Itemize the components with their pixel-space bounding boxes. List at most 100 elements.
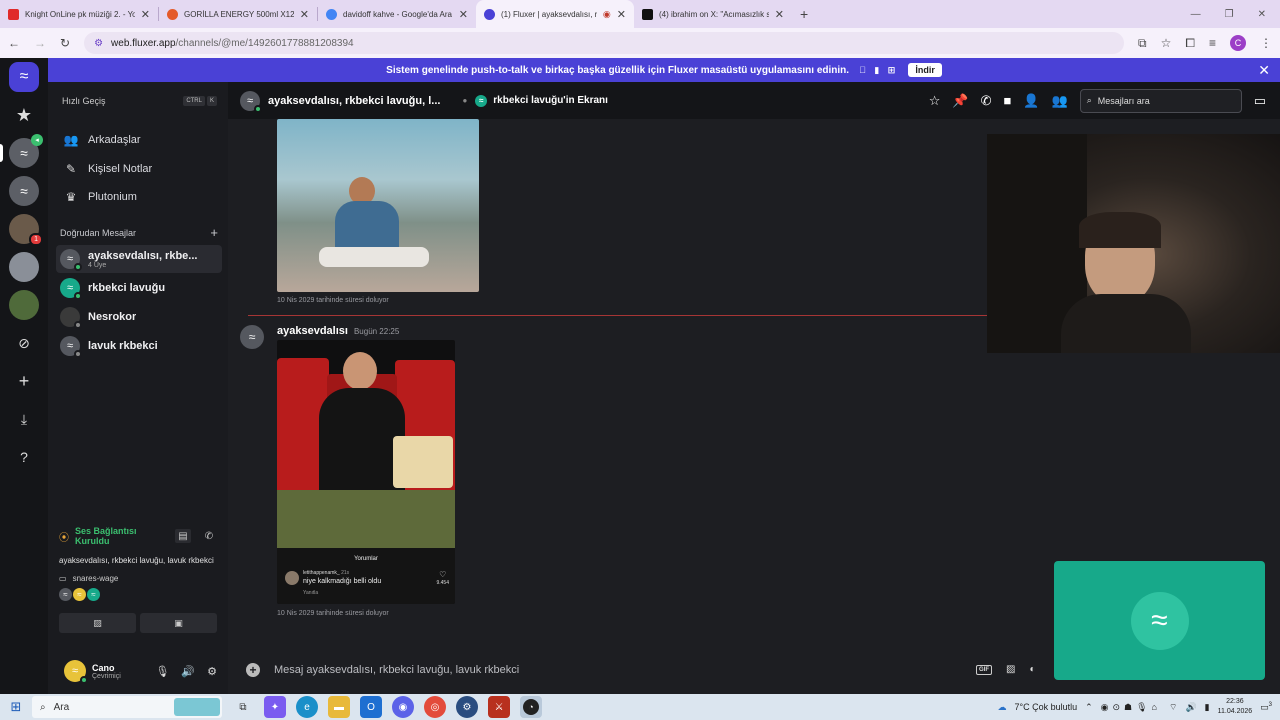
taskbar-search[interactable]: ⌕ Ara — [32, 696, 222, 718]
forward-icon[interactable]: → — [34, 36, 46, 50]
back-icon[interactable]: ← — [8, 36, 20, 50]
browser-tab-3[interactable]: davidoff kahve - Google'da Ara ✕ — [318, 0, 476, 28]
dm-item-rkbekci-lavugu[interactable]: ≈ rkbekci lavuğu — [56, 275, 222, 301]
restore-icon[interactable]: ❐ — [1225, 9, 1234, 20]
steam-icon[interactable]: ⚙ — [456, 696, 478, 718]
shortcut-hint: CTRL K — [183, 96, 217, 106]
speaker-icon[interactable]: 🔊 — [181, 665, 195, 678]
nav-plutonium[interactable]: ♛ Plutonium — [58, 184, 220, 210]
server-avatar-2[interactable] — [9, 252, 39, 282]
new-tab-button[interactable]: + — [800, 6, 808, 22]
browser-tab-bar: Knight OnLine pk müziği 2. - Yo ✕ GORİLL… — [0, 0, 1280, 28]
browser-tab-4[interactable]: (1) Fluxer | ayaksevdalısı, rk ◉ ✕ — [476, 0, 634, 28]
add-server-icon[interactable]: + — [9, 366, 39, 396]
tray-icons[interactable]: ◉⊙☗🎙⌂ — [1101, 702, 1161, 713]
explore-compass-icon[interactable]: ⊘ — [9, 328, 39, 358]
search-input[interactable]: ⌕ Mesajları ara — [1079, 88, 1242, 113]
chrome-icon[interactable]: ◎ — [424, 696, 446, 718]
site-info-icon[interactable]: ⚙ — [94, 38, 103, 49]
menu-icon[interactable]: ⋮ — [1260, 36, 1272, 50]
server-fluxer[interactable]: ≈ ◂ — [0, 134, 43, 168]
download-button[interactable]: İndir — [908, 63, 942, 77]
add-dm-button[interactable]: + — [210, 226, 218, 239]
browser-tab-2[interactable]: GORİLLA ENERGY 500ml X12 E ✕ — [159, 0, 317, 28]
screen-share-label[interactable]: ≈ rkbekci lavuğu'in Ekranı — [475, 94, 608, 107]
bookmark-star-icon[interactable]: ☆ — [1161, 36, 1172, 50]
message-input[interactable]: Mesaj ayaksevdalısı, rkbekci lavuğu, lav… — [274, 664, 519, 676]
server-avatar-3[interactable] — [9, 290, 39, 320]
browser-tab-1[interactable]: Knight OnLine pk müziği 2. - Yo ✕ — [0, 0, 158, 28]
server-avatar-1[interactable]: 1 — [9, 214, 43, 246]
nav-personal-notes[interactable]: ✎ Kişisel Notlar — [58, 156, 220, 182]
channel-title[interactable]: ayaksevdalısı, rkbekci lavuğu, l... — [268, 95, 440, 107]
obs-icon[interactable]: ◔ — [520, 696, 542, 718]
download-icon[interactable]: ⤓ — [9, 404, 39, 434]
message-author-avatar[interactable]: ≈ — [240, 325, 264, 349]
notification-icon[interactable]: ▭3 — [1260, 702, 1272, 713]
tab-close-icon[interactable]: ✕ — [300, 8, 309, 21]
battery-icon[interactable]: ▮ — [1205, 702, 1210, 713]
file-explorer-icon[interactable]: ▬ — [328, 696, 350, 718]
home-button[interactable]: ≈ — [9, 62, 39, 92]
members-icon[interactable]: 👥 — [1052, 93, 1068, 109]
install-app-icon[interactable]: ⧉ — [1138, 36, 1147, 51]
reload-icon[interactable]: ↻ — [60, 36, 70, 50]
tray-chevron-icon[interactable]: ⌃ — [1085, 702, 1093, 713]
screen-share-toggle-icon[interactable]: ▤ — [175, 529, 191, 543]
start-windows-icon[interactable]: ⊞ — [0, 699, 32, 715]
profile-avatar[interactable]: C — [1230, 35, 1246, 51]
dm-item-lavuk-rkbekci[interactable]: ≈ lavuk rkbekci — [56, 333, 222, 359]
camera-off-button[interactable]: ▨ — [59, 613, 136, 633]
help-icon[interactable]: ? — [9, 442, 39, 472]
user-avatar[interactable]: ≈ — [64, 660, 88, 684]
webcam-stream[interactable] — [987, 134, 1280, 353]
extensions-icon[interactable]: ⧠ — [1185, 36, 1195, 51]
message-author[interactable]: ayaksevdalısı — [277, 325, 348, 337]
add-friend-icon[interactable]: 👤 — [1023, 93, 1039, 109]
tab-close-icon[interactable]: ✕ — [775, 8, 784, 21]
message-image[interactable] — [277, 119, 479, 292]
weather-text[interactable]: 7°C Çok bulutlu — [1014, 702, 1077, 712]
task-view-icon[interactable]: ⧉ — [232, 696, 254, 718]
url-field[interactable]: ⚙ web.fluxer.app/channels/@me/1492601778… — [84, 32, 1125, 54]
sticker-icon[interactable]: ◐ — [1029, 664, 1035, 675]
search-icon: ⌕ — [1086, 95, 1092, 105]
nav-friends[interactable]: 👥 Arkadaşlar — [58, 127, 220, 153]
settings-gear-icon[interactable]: ⚙ — [207, 665, 217, 678]
inbox-icon[interactable]: ▭ — [1254, 93, 1266, 109]
disconnect-icon[interactable]: ✆ — [201, 529, 217, 543]
pin-icon[interactable]: 📌 — [952, 93, 968, 109]
message-embed-image[interactable]: Yorumlar letithappenamk_ 21s niye kalkma… — [277, 340, 455, 604]
tab-close-icon[interactable]: ✕ — [141, 8, 150, 21]
volume-icon[interactable]: 🔊 — [1185, 702, 1196, 713]
copilot-icon[interactable]: ✦ — [264, 696, 286, 718]
banner-close-icon[interactable]: ✕ — [1258, 62, 1270, 79]
close-window-icon[interactable]: ✕ — [1258, 9, 1266, 20]
tab-close-icon[interactable]: ✕ — [617, 8, 626, 21]
phone-call-icon[interactable]: ✆ — [981, 93, 992, 109]
screen-share-pip[interactable]: ≈ — [1054, 561, 1265, 680]
game-icon[interactable]: ⚔ — [488, 696, 510, 718]
server-fluxer-2[interactable]: ≈ — [9, 176, 39, 206]
browser-tab-5[interactable]: (4) ibrahim on X: "Acımasızlık s ✕ — [634, 0, 792, 28]
edge-icon[interactable]: e — [296, 696, 318, 718]
network-icon[interactable]: ⌔ — [1169, 702, 1177, 713]
image-icon[interactable]: ▨ — [1006, 664, 1015, 675]
favorites-star-icon[interactable]: ★ — [9, 100, 39, 130]
microphone-icon[interactable]: 🎙 — [155, 665, 169, 678]
discord-icon[interactable]: ◉ — [392, 696, 414, 718]
video-call-icon[interactable]: ■ — [1003, 93, 1011, 108]
media-icon[interactable]: ≡ — [1209, 36, 1216, 50]
quick-switcher[interactable]: Hızlı Geçiş CTRL K — [48, 82, 228, 120]
attach-plus-icon[interactable]: + — [246, 662, 260, 677]
gif-button[interactable]: GIF — [976, 664, 992, 675]
dm-item-nesrokor[interactable]: Nesrokor — [56, 304, 222, 330]
dm-item-group[interactable]: ≈ ayaksevdalısı, rkbe... 4 Üye — [56, 245, 222, 273]
clock[interactable]: 22:36 11.04.2026 — [1218, 697, 1253, 717]
tab-close-icon[interactable]: ✕ — [459, 8, 468, 21]
fluxer-icon: ≈ — [475, 94, 488, 107]
share-screen-button[interactable]: ▣ — [140, 613, 217, 633]
minimize-icon[interactable]: — — [1191, 9, 1201, 20]
outlook-icon[interactable]: O — [360, 696, 382, 718]
favorite-star-icon[interactable]: ☆ — [929, 93, 941, 109]
